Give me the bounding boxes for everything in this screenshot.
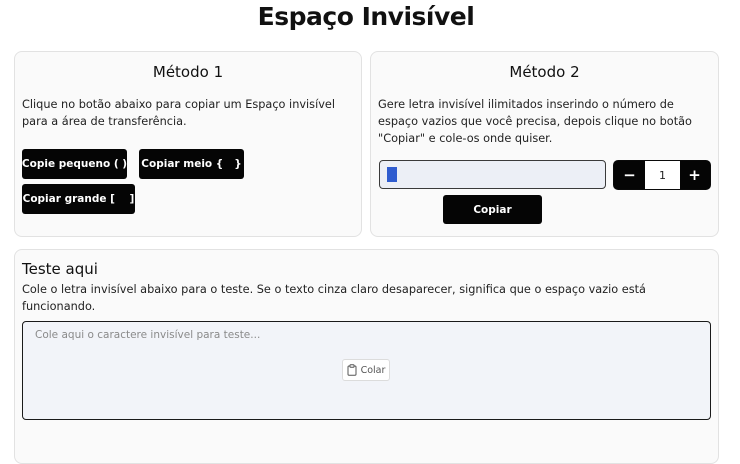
method-2-card: Método 2 Gere letra invisível ilimitados… — [370, 51, 719, 237]
paste-button-label: Colar — [360, 364, 386, 376]
copy-button[interactable]: Copiar — [443, 195, 542, 224]
invisible-output-field[interactable] — [379, 160, 606, 189]
method-1-description: Clique no botão abaixo para copiar um Es… — [22, 98, 335, 128]
text-cursor — [387, 167, 397, 182]
method-2-title: Método 2 — [509, 63, 580, 81]
clipboard-icon — [347, 364, 357, 376]
increment-button[interactable]: + — [679, 161, 710, 189]
method-2-description: Gere letra invisível ilimitados inserind… — [378, 98, 692, 145]
method-1-title: Método 1 — [152, 63, 224, 81]
paste-button[interactable]: Colar — [342, 359, 390, 381]
quantity-stepper: − 1 + — [613, 160, 711, 190]
test-description: Cole o letra invisível abaixo para o tes… — [22, 283, 646, 313]
copy-small-button[interactable]: Copie pequeno ( ) — [22, 149, 127, 179]
test-card: Teste aqui Cole o letra invisível abaixo… — [14, 249, 719, 464]
copy-medium-button[interactable]: Copiar meio { } — [139, 149, 244, 179]
method-1-card: Método 1 Clique no botão abaixo para cop… — [14, 51, 362, 237]
copy-large-button[interactable]: Copiar grande [ ] — [22, 184, 135, 214]
test-title: Teste aqui — [22, 260, 98, 278]
test-placeholder: Cole aqui o caractere invisível para tes… — [35, 329, 261, 341]
decrement-button[interactable]: − — [614, 161, 645, 189]
test-textarea[interactable]: Cole aqui o caractere invisível para tes… — [22, 321, 711, 420]
page-title: Espaço Invisível — [257, 2, 475, 31]
quantity-input[interactable]: 1 — [645, 161, 680, 189]
